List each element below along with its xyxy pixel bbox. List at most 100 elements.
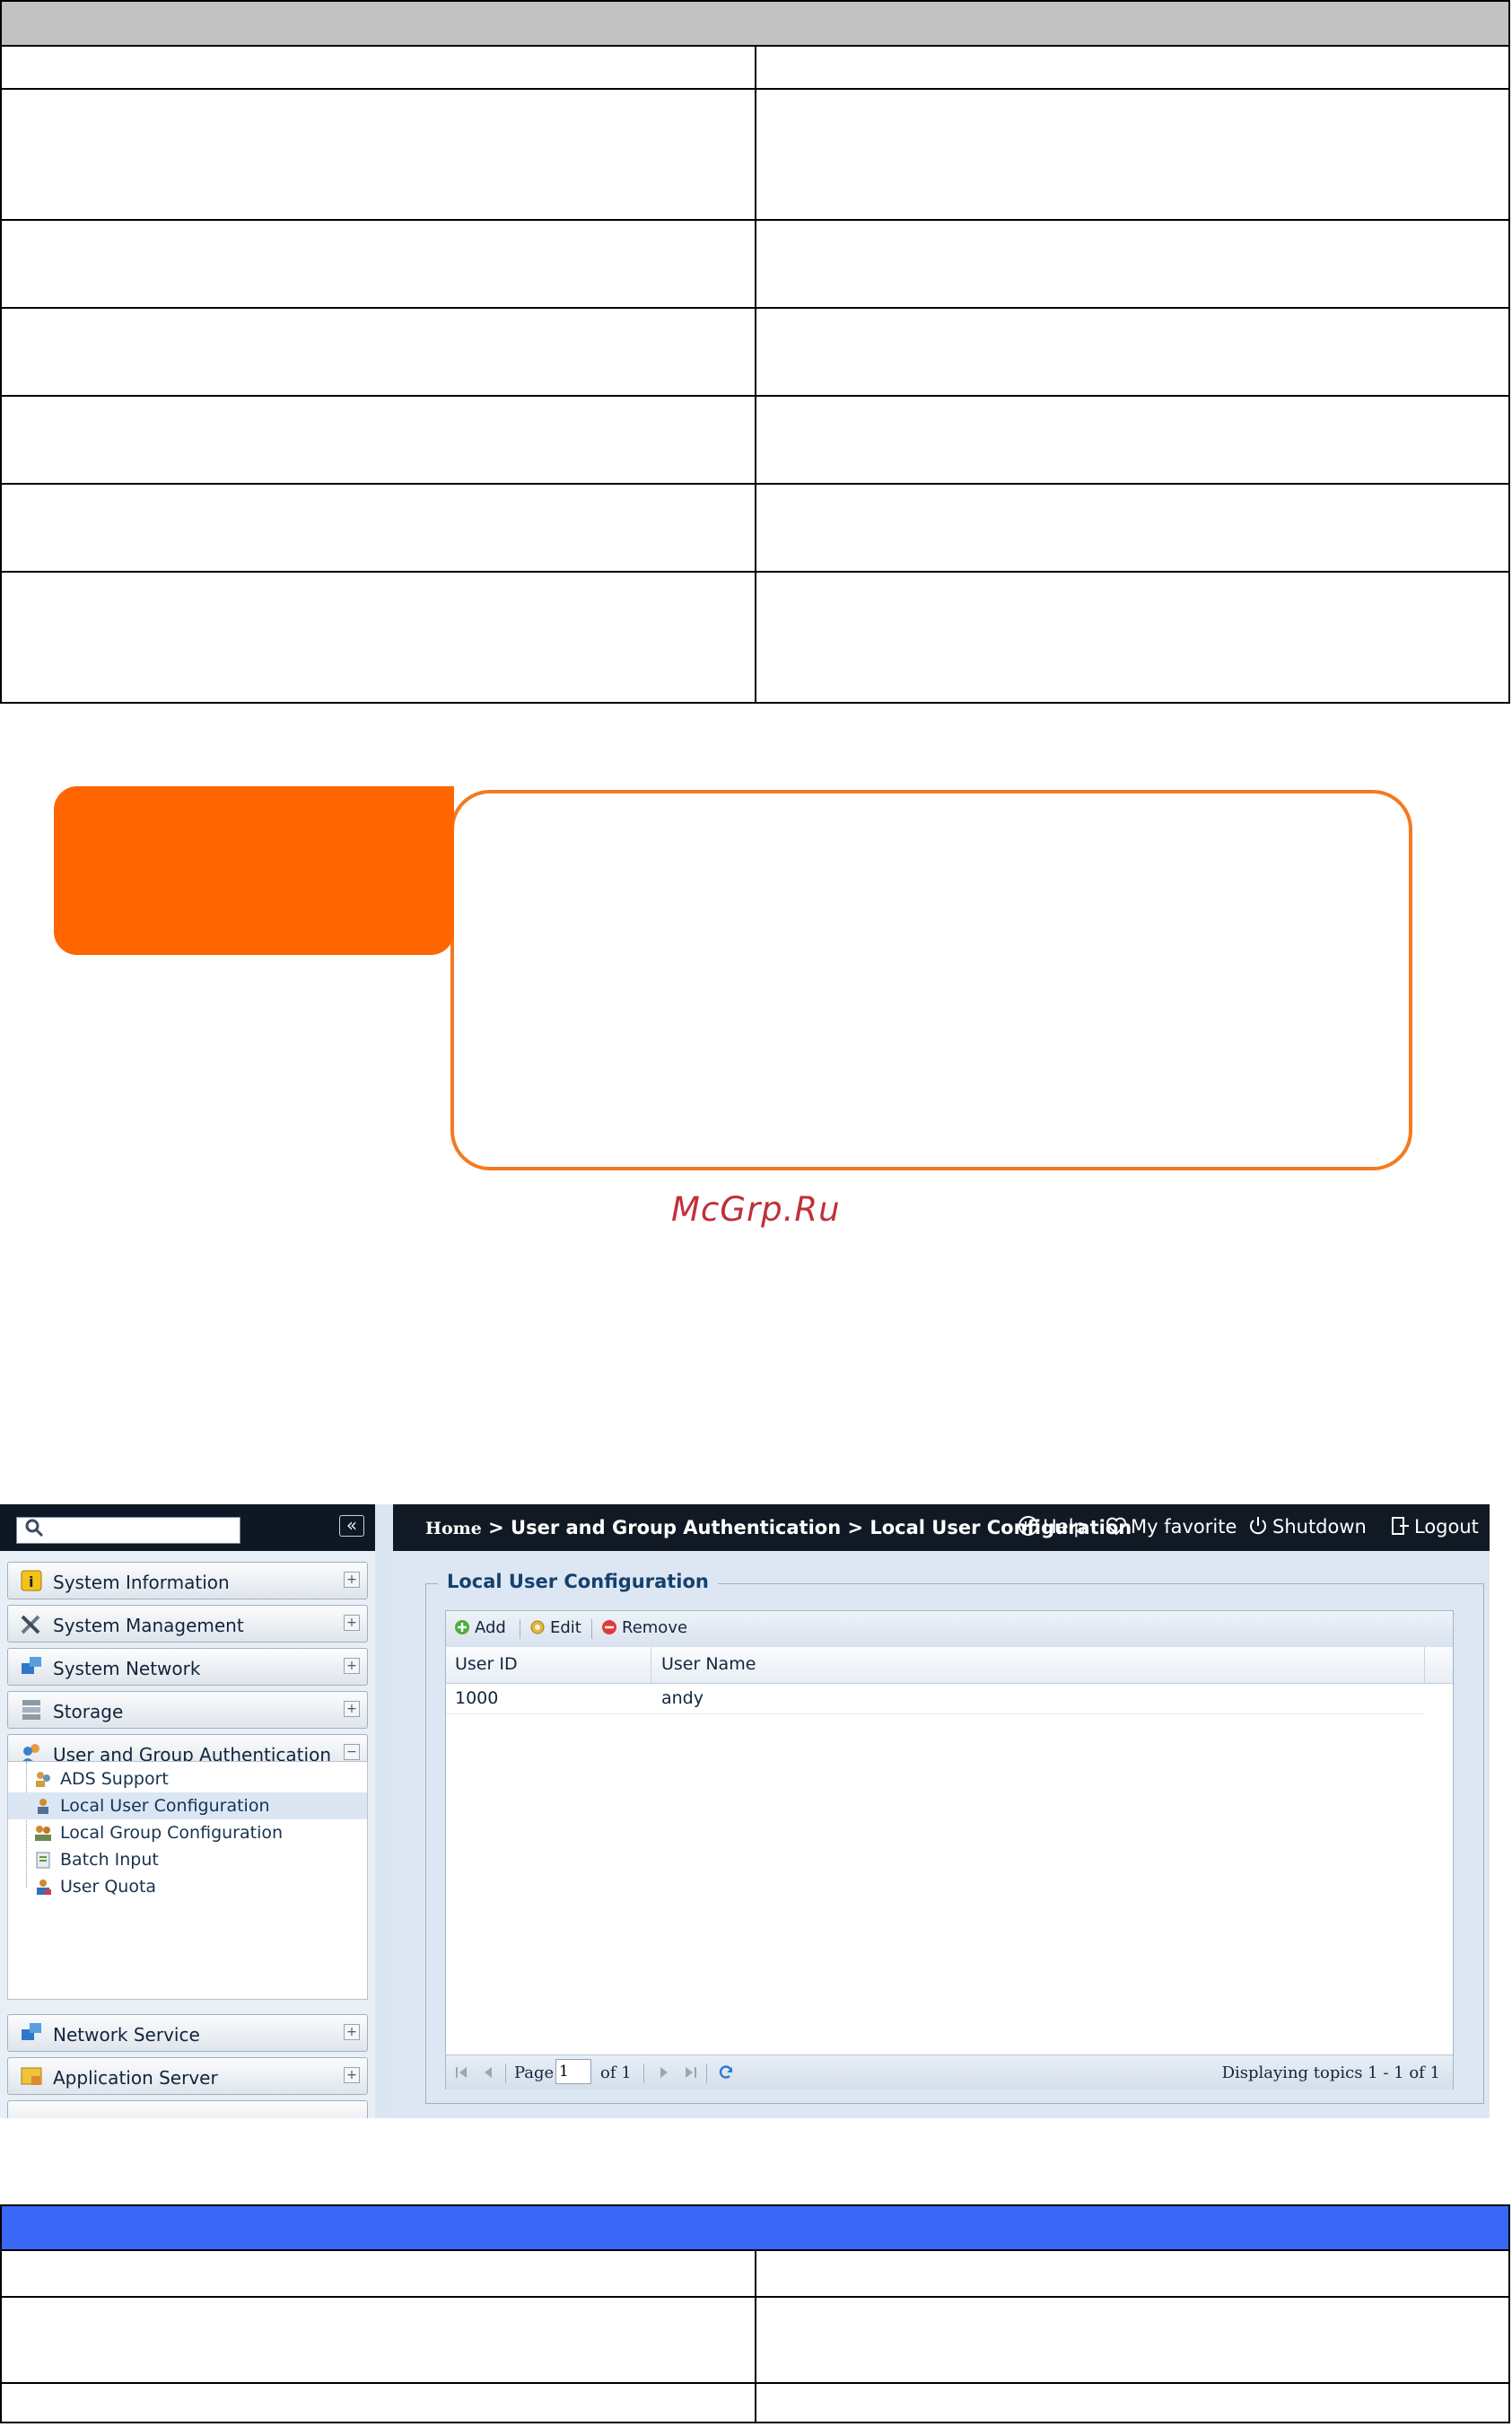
- menu-storage[interactable]: Storage +: [7, 1691, 368, 1729]
- table-header-row: [0, 2204, 1510, 2251]
- user-quota-icon: [37, 1879, 51, 1895]
- submenu-panel: ADS Support Local User Configuration Loc…: [7, 1761, 368, 2000]
- note-label-tab: [54, 786, 454, 955]
- grid-column-headers: User ID User Name: [446, 1647, 1453, 1684]
- favorite-button[interactable]: My favorite: [1106, 1515, 1237, 1538]
- submenu-local-group-configuration[interactable]: Local Group Configuration: [8, 1819, 367, 1846]
- menu-label: Storage: [53, 1701, 124, 1722]
- submenu-label: User Quota: [60, 1877, 157, 1897]
- note-box: [450, 790, 1412, 1170]
- table-row: [0, 307, 1510, 397]
- table-header-row: [0, 0, 1510, 47]
- collapse-icon[interactable]: −: [344, 1744, 360, 1760]
- edit-icon: [530, 1620, 545, 1634]
- sidebar-search-bar: «: [0, 1504, 375, 1551]
- submenu-batch-input[interactable]: Batch Input: [8, 1846, 367, 1873]
- menu-item-partial[interactable]: [7, 2100, 368, 2118]
- parameter-table-top: [0, 0, 1510, 704]
- column-header-user-id[interactable]: User ID: [455, 1654, 518, 1674]
- table-row: [0, 219, 1510, 309]
- power-icon: [1250, 1517, 1266, 1535]
- help-button[interactable]: Help: [1018, 1515, 1086, 1538]
- pager-separator: [505, 2063, 506, 2083]
- menu-application-server[interactable]: Application Server +: [7, 2057, 368, 2095]
- remove-icon: [602, 1620, 616, 1634]
- toolbar-separator: [591, 1619, 592, 1639]
- page-of-label: of 1: [600, 2063, 632, 2082]
- submenu-label: ADS Support: [60, 1769, 169, 1789]
- menu-system-management[interactable]: System Management +: [7, 1605, 368, 1643]
- menu-network-service[interactable]: Network Service +: [7, 2014, 368, 2052]
- first-page-icon[interactable]: [453, 2063, 471, 2081]
- column-divider[interactable]: [1424, 1647, 1425, 1683]
- cell-user-id: 1000: [455, 1688, 499, 1708]
- expand-icon[interactable]: +: [344, 1615, 360, 1631]
- table-row: [0, 45, 1510, 90]
- shutdown-label: Shutdown: [1272, 1516, 1367, 1538]
- table-row: [0, 2249, 1510, 2298]
- table-row: [0, 483, 1510, 573]
- main-content: Home > User and Group Authentication > L…: [393, 1504, 1490, 2118]
- page-number-input[interactable]: [555, 2059, 591, 2084]
- search-input[interactable]: [16, 1517, 240, 1544]
- submenu-local-user-configuration[interactable]: Local User Configuration: [8, 1792, 367, 1819]
- pager-separator: [643, 2063, 644, 2083]
- parameter-table-bottom: [0, 2204, 1510, 2423]
- add-label: Add: [475, 1618, 506, 1637]
- menu-label: System Network: [53, 1658, 201, 1679]
- batch-input-icon: [36, 1852, 50, 1869]
- expand-icon[interactable]: +: [344, 1572, 360, 1588]
- table-row: [0, 395, 1510, 485]
- help-icon: [1018, 1516, 1038, 1536]
- menu-label: Network Service: [53, 2024, 200, 2046]
- table-row[interactable]: 1000 andy: [446, 1683, 1424, 1714]
- remove-button[interactable]: Remove: [600, 1618, 687, 1637]
- edit-label: Edit: [550, 1618, 581, 1637]
- top-bar: Home > User and Group Authentication > L…: [393, 1504, 1490, 1551]
- expand-icon[interactable]: +: [344, 1701, 360, 1717]
- favorite-label: My favorite: [1131, 1516, 1237, 1538]
- next-page-icon[interactable]: [654, 2063, 672, 2081]
- nas-admin-screenshot: « i System Information + System Manageme…: [0, 1504, 1490, 2118]
- collapse-sidebar-icon[interactable]: «: [339, 1515, 364, 1537]
- menu-system-information[interactable]: i System Information +: [7, 1562, 368, 1599]
- refresh-icon[interactable]: [717, 2063, 735, 2081]
- remove-label: Remove: [622, 1618, 688, 1637]
- column-header-user-name[interactable]: User Name: [661, 1654, 756, 1674]
- prev-page-icon[interactable]: [480, 2063, 498, 2081]
- panel-title: Local User Configuration: [438, 1571, 718, 1592]
- sidebar: « i System Information + System Manageme…: [0, 1504, 375, 2118]
- search-icon[interactable]: [23, 1517, 47, 1540]
- grid-pager: Page of 1 Displaying topics 1 - 1 of 1: [446, 2055, 1453, 2090]
- edit-button[interactable]: Edit: [529, 1618, 581, 1637]
- menu-system-network[interactable]: System Network +: [7, 1648, 368, 1686]
- submenu-ads-support[interactable]: ADS Support: [8, 1765, 367, 1792]
- breadcrumb-home-link[interactable]: Home: [425, 1519, 482, 1538]
- pager-status: Displaying topics 1 - 1 of 1: [1221, 2063, 1440, 2082]
- logout-button[interactable]: Logout: [1389, 1515, 1479, 1538]
- submenu-user-quota[interactable]: User Quota: [8, 1873, 367, 1900]
- expand-icon[interactable]: +: [344, 1658, 360, 1674]
- expand-icon[interactable]: +: [344, 2024, 360, 2040]
- application-server-icon: [21, 2067, 42, 2085]
- submenu-label: Local Group Configuration: [60, 1823, 284, 1843]
- submenu-label: Batch Input: [60, 1850, 159, 1870]
- add-button[interactable]: Add: [453, 1618, 506, 1637]
- menu-label: System Information: [53, 1572, 230, 1593]
- table-row: [0, 88, 1510, 221]
- last-page-icon[interactable]: [681, 2063, 699, 2081]
- shutdown-button[interactable]: Shutdown: [1247, 1515, 1367, 1538]
- menu-label: System Management: [53, 1615, 244, 1636]
- table-row: [0, 2296, 1510, 2384]
- logout-label: Logout: [1414, 1516, 1479, 1538]
- network-icon: [22, 1657, 41, 1674]
- network-service-icon: [22, 2023, 41, 2040]
- cell-user-name: andy: [661, 1688, 704, 1708]
- storage-icon: [22, 1700, 40, 1720]
- table-row: [0, 2382, 1510, 2423]
- expand-icon[interactable]: +: [344, 2067, 360, 2083]
- info-icon: i: [21, 1570, 42, 1591]
- grid-toolbar: Add Edit Remove: [446, 1611, 1453, 1648]
- page-label: Page: [514, 2063, 555, 2082]
- logout-icon: [1392, 1517, 1409, 1535]
